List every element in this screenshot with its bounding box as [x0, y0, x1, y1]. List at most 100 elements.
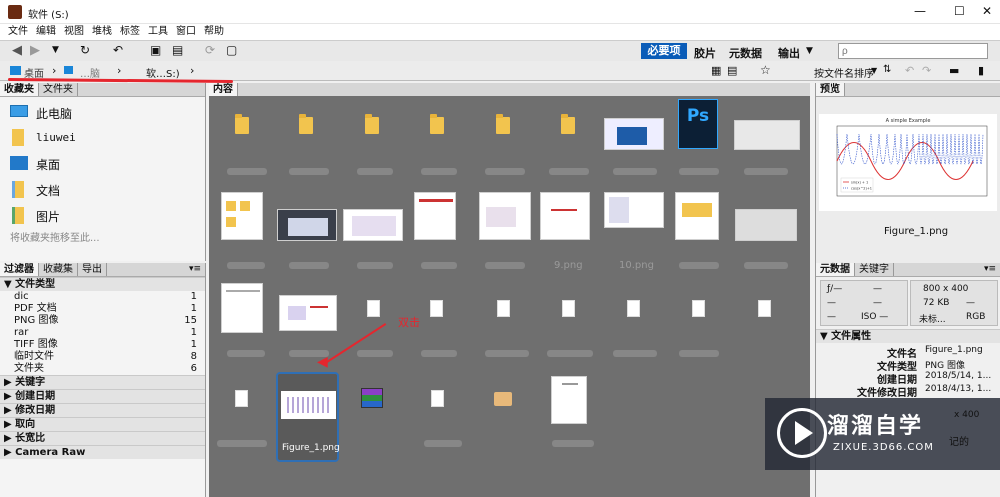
- favorite-item-documents[interactable]: 文档: [10, 181, 200, 201]
- selected-thumbnail[interactable]: Figure_1.png: [276, 372, 340, 462]
- forward-icon[interactable]: ▶: [30, 43, 40, 58]
- image-thumbnail[interactable]: [735, 209, 797, 241]
- breadcrumb-drive[interactable]: 软…S:): [146, 65, 180, 80]
- file-icon[interactable]: [431, 390, 444, 407]
- maximize-button[interactable]: ☐: [954, 4, 965, 18]
- image-thumbnail[interactable]: [221, 283, 263, 333]
- tab-content[interactable]: 内容: [209, 83, 238, 96]
- menu-window[interactable]: 窗口: [176, 24, 196, 40]
- recent-icon[interactable]: ↻: [80, 43, 90, 57]
- tab-folders[interactable]: 文件夹: [39, 83, 78, 96]
- new-folder-icon[interactable]: ▬: [949, 64, 959, 77]
- filter-group-keywords[interactable]: ▶ 关键字: [0, 375, 205, 389]
- image-thumbnail[interactable]: [279, 295, 337, 331]
- image-thumbnail[interactable]: [414, 192, 456, 240]
- sort-direction-icon[interactable]: ⇅: [883, 64, 891, 75]
- menu-stack[interactable]: 堆栈: [92, 24, 112, 40]
- file-icon[interactable]: [758, 300, 771, 317]
- file-icon[interactable]: [562, 300, 575, 317]
- filter-group-cameraraw[interactable]: ▶ Camera Raw: [0, 445, 205, 459]
- sort-dropdown-icon[interactable]: ▼: [871, 66, 877, 75]
- filter-row[interactable]: rar 1: [0, 327, 205, 339]
- favorite-item-pictures[interactable]: 图片: [10, 207, 200, 227]
- tab-collections[interactable]: 收藏集: [39, 263, 78, 276]
- file-icon[interactable]: [497, 300, 510, 317]
- workspace-essentials[interactable]: 必要项: [641, 43, 687, 59]
- image-thumbnail[interactable]: [604, 118, 664, 150]
- sort-by-filename[interactable]: 按文件名排序: [814, 65, 874, 80]
- photoshop-thumbnail[interactable]: Ps: [678, 99, 718, 149]
- favorite-item-desktop[interactable]: 桌面: [10, 155, 200, 175]
- rotate-right-icon[interactable]: ↷: [922, 64, 931, 77]
- refine-icon[interactable]: ▤: [172, 43, 183, 57]
- camera-icon[interactable]: ▣: [150, 43, 161, 57]
- image-thumbnail[interactable]: [277, 209, 337, 241]
- image-thumbnail[interactable]: [479, 192, 531, 240]
- favorite-item-liuwei[interactable]: liuwei: [10, 129, 200, 149]
- folder-thumbnail[interactable]: [299, 114, 313, 134]
- image-thumbnail[interactable]: [221, 192, 263, 240]
- file-icon[interactable]: [367, 300, 380, 317]
- folder-thumbnail[interactable]: [235, 114, 249, 134]
- return-icon[interactable]: ↶: [113, 43, 123, 57]
- filter-group-created[interactable]: ▶ 创建日期: [0, 389, 205, 403]
- filter-group-filetype[interactable]: ▼ 文件类型: [0, 277, 205, 291]
- panel-menu-icon[interactable]: ▾≡: [189, 263, 201, 276]
- image-thumbnail[interactable]: [604, 192, 664, 228]
- panel-menu-icon[interactable]: ▾≡: [984, 263, 996, 276]
- star-icon[interactable]: ☆: [760, 63, 771, 77]
- filter-group-modified[interactable]: ▶ 修改日期: [0, 403, 205, 417]
- tab-preview[interactable]: 预览: [816, 83, 845, 96]
- file-icon[interactable]: [430, 300, 443, 317]
- folder-thumbnail[interactable]: [496, 114, 510, 134]
- delete-icon[interactable]: ▮: [978, 64, 984, 77]
- section-file-properties[interactable]: ▼ 文件属性: [816, 329, 1000, 343]
- menu-edit[interactable]: 编辑: [36, 24, 56, 40]
- tiff-thumbnail[interactable]: [494, 392, 512, 406]
- rotate-left-icon[interactable]: ↶: [905, 64, 914, 77]
- menu-help[interactable]: 帮助: [204, 24, 224, 40]
- favorite-item-this-pc[interactable]: 此电脑: [10, 103, 200, 123]
- tab-favorites[interactable]: 收藏夹: [0, 83, 39, 96]
- workspace-metadata[interactable]: 元数据: [729, 45, 762, 61]
- minimize-button[interactable]: —: [914, 4, 926, 18]
- rar-icon[interactable]: [361, 388, 383, 408]
- filter-row[interactable]: PNG 图像 15: [0, 315, 205, 327]
- search-input[interactable]: [838, 43, 988, 59]
- menu-label[interactable]: 标签: [120, 24, 140, 40]
- folder-thumbnail[interactable]: [561, 114, 575, 134]
- filter-row[interactable]: 临时文件 8: [0, 351, 205, 363]
- thumbnail-quality-icon[interactable]: ▦: [711, 64, 721, 77]
- view-icon[interactable]: ▤: [727, 64, 737, 77]
- filter-group-aspect[interactable]: ▶ 长宽比: [0, 431, 205, 445]
- image-thumbnail[interactable]: [675, 192, 719, 240]
- folder-thumbnail[interactable]: [365, 114, 379, 134]
- menu-tools[interactable]: 工具: [148, 24, 168, 40]
- file-icon[interactable]: [627, 300, 640, 317]
- filter-row[interactable]: 文件夹 6: [0, 363, 205, 375]
- workspace-dropdown-icon[interactable]: ▼: [806, 46, 813, 56]
- file-icon[interactable]: [692, 300, 705, 317]
- file-icon[interactable]: [235, 390, 248, 407]
- back-icon[interactable]: ◀: [12, 43, 22, 58]
- folder-thumbnail[interactable]: [430, 114, 444, 134]
- image-thumbnail[interactable]: [343, 209, 403, 241]
- filter-group-orientation[interactable]: ▶ 取向: [0, 417, 205, 431]
- image-thumbnail[interactable]: [734, 120, 800, 150]
- workspace-filmstrip[interactable]: 胶片: [694, 45, 716, 61]
- pdf-thumbnail[interactable]: [551, 376, 587, 424]
- tab-keywords[interactable]: 关键字: [855, 263, 894, 276]
- menu-view[interactable]: 视图: [64, 24, 84, 40]
- rotate-icon[interactable]: ⟳: [205, 43, 215, 57]
- tab-metadata[interactable]: 元数据: [816, 263, 855, 276]
- tab-export[interactable]: 导出: [78, 263, 107, 276]
- filter-row[interactable]: dic 1: [0, 291, 205, 303]
- open-icon[interactable]: ▢: [226, 43, 237, 57]
- history-dropdown-icon[interactable]: ▼: [52, 45, 59, 55]
- close-button[interactable]: ✕: [982, 4, 992, 18]
- workspace-output[interactable]: 输出: [778, 45, 800, 61]
- tab-filter[interactable]: 过滤器: [0, 263, 39, 276]
- filter-row[interactable]: TIFF 图像 1: [0, 339, 205, 351]
- image-thumbnail[interactable]: [540, 192, 590, 240]
- filter-row[interactable]: PDF 文档 1: [0, 303, 205, 315]
